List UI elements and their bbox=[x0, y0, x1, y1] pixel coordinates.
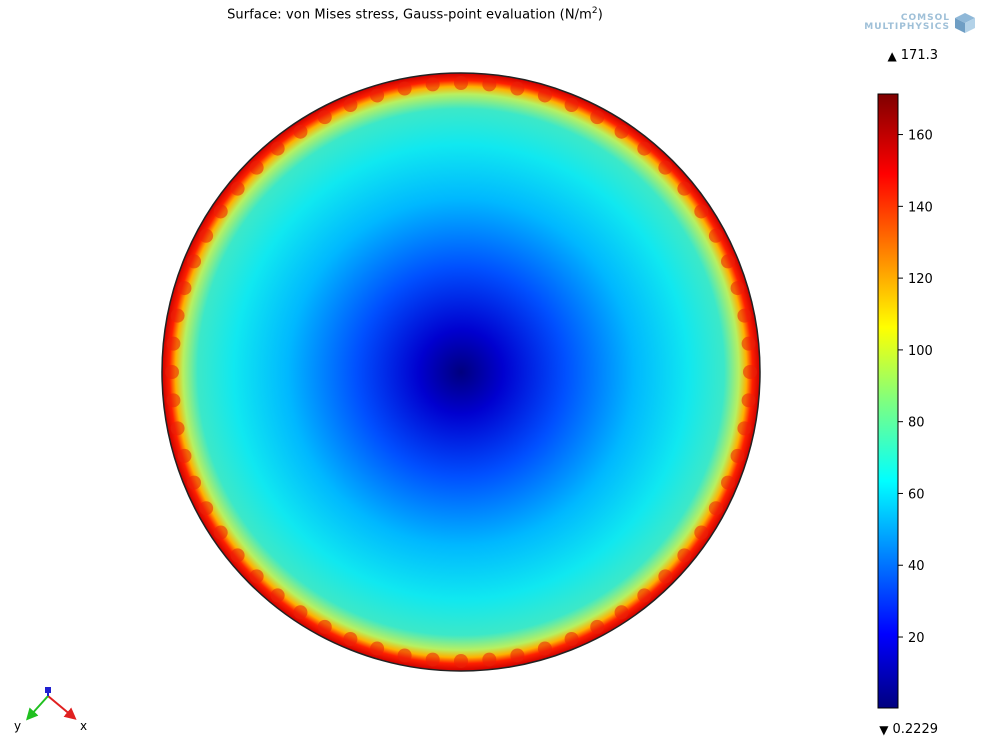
edge-hotspot bbox=[677, 548, 692, 563]
edge-hotspot bbox=[590, 619, 605, 634]
edge-hotspot bbox=[564, 632, 579, 647]
edge-hotspot bbox=[730, 448, 745, 463]
max-triangle-icon: ▲ bbox=[887, 48, 897, 63]
edge-hotspot bbox=[199, 228, 214, 243]
edge-hotspot bbox=[249, 569, 264, 584]
min-triangle-icon: ▼ bbox=[879, 722, 889, 737]
edge-hotspot bbox=[370, 88, 385, 103]
edge-hotspot bbox=[510, 81, 525, 96]
edge-hotspot bbox=[537, 641, 552, 656]
colorbar-tick-label: 20 bbox=[908, 631, 925, 646]
colorbar-max-value: 171.3 bbox=[900, 48, 938, 63]
edge-hotspot bbox=[249, 160, 264, 175]
edge-hotspot bbox=[186, 254, 201, 269]
edge-hotspot bbox=[213, 204, 228, 219]
edge-hotspot bbox=[510, 648, 525, 663]
edge-hotspot bbox=[708, 228, 723, 243]
edge-hotspot bbox=[482, 77, 497, 92]
edge-hotspot bbox=[166, 336, 181, 351]
edge-hotspot bbox=[293, 605, 308, 620]
edge-hotspot bbox=[590, 110, 605, 125]
edge-hotspot bbox=[637, 588, 652, 603]
edge-hotspot bbox=[317, 619, 332, 634]
colorbar-max-label: ▲ 171.3 bbox=[888, 48, 938, 63]
colorbar bbox=[877, 93, 899, 709]
edge-hotspot bbox=[177, 448, 192, 463]
edge-hotspot bbox=[737, 421, 752, 436]
axis-triad-icon: x y bbox=[14, 687, 87, 733]
edge-hotspot bbox=[737, 308, 752, 323]
edge-hotspot bbox=[537, 88, 552, 103]
edge-hotspot bbox=[343, 632, 358, 647]
colorbar-ticks: 20 40 60 80 100 120 140 160 bbox=[898, 129, 933, 646]
edge-hotspot bbox=[230, 548, 245, 563]
edge-hotspot bbox=[743, 365, 757, 379]
edge-hotspot bbox=[370, 641, 385, 656]
edge-hotspot bbox=[199, 501, 214, 516]
edge-hotspot bbox=[694, 525, 709, 540]
axis-x-label: x bbox=[80, 719, 87, 733]
edge-hotspot bbox=[658, 160, 673, 175]
colorbar-tick-label: 100 bbox=[908, 344, 933, 359]
edge-hotspot bbox=[741, 393, 756, 408]
edge-hotspot bbox=[721, 254, 736, 269]
edge-hotspot bbox=[658, 569, 673, 584]
edge-hotspot bbox=[230, 181, 245, 196]
edge-hotspot bbox=[708, 501, 723, 516]
colorbar-tick-label: 40 bbox=[908, 559, 925, 574]
edge-hotspot bbox=[397, 81, 412, 96]
colorbar-tick-label: 160 bbox=[908, 129, 933, 144]
edge-hotspot bbox=[170, 421, 185, 436]
edge-hotspot bbox=[293, 124, 308, 139]
edge-hotspot bbox=[177, 281, 192, 296]
colorbar-min-value: 0.2229 bbox=[892, 722, 939, 737]
colorbar-tick-label: 120 bbox=[908, 272, 933, 287]
edge-hotspot bbox=[637, 141, 652, 156]
edge-hotspot bbox=[614, 605, 629, 620]
edge-hotspot bbox=[425, 652, 440, 667]
edge-hotspot bbox=[165, 365, 179, 379]
edge-hotspot bbox=[213, 525, 228, 540]
plot-canvas[interactable]: 20 40 60 80 100 120 140 160 x y bbox=[0, 0, 996, 746]
edge-hotspot bbox=[170, 308, 185, 323]
edge-hotspot bbox=[741, 336, 756, 351]
edge-hotspot bbox=[454, 654, 468, 668]
edge-hotspot bbox=[614, 124, 629, 139]
edge-hotspot bbox=[270, 141, 285, 156]
edge-hotspot bbox=[425, 77, 440, 92]
edge-hotspot bbox=[721, 475, 736, 490]
colorbar-tick-label: 60 bbox=[908, 487, 925, 502]
edge-hotspot bbox=[343, 97, 358, 112]
colorbar-tick-label: 80 bbox=[908, 416, 925, 431]
edge-hotspot bbox=[694, 204, 709, 219]
edge-hotspot bbox=[730, 281, 745, 296]
edge-hotspot bbox=[166, 393, 181, 408]
edge-hotspot bbox=[270, 588, 285, 603]
edge-hotspot bbox=[397, 648, 412, 663]
edge-hotspot bbox=[482, 652, 497, 667]
edge-hotspot bbox=[677, 181, 692, 196]
edge-hotspot bbox=[186, 475, 201, 490]
colorbar-min-label: ▼ 0.2229 bbox=[879, 722, 938, 737]
edge-hotspot bbox=[564, 97, 579, 112]
edge-hotspot bbox=[317, 110, 332, 125]
axis-y-label: y bbox=[14, 719, 21, 733]
edge-hotspot bbox=[454, 76, 468, 90]
colorbar-tick-label: 140 bbox=[908, 200, 933, 215]
